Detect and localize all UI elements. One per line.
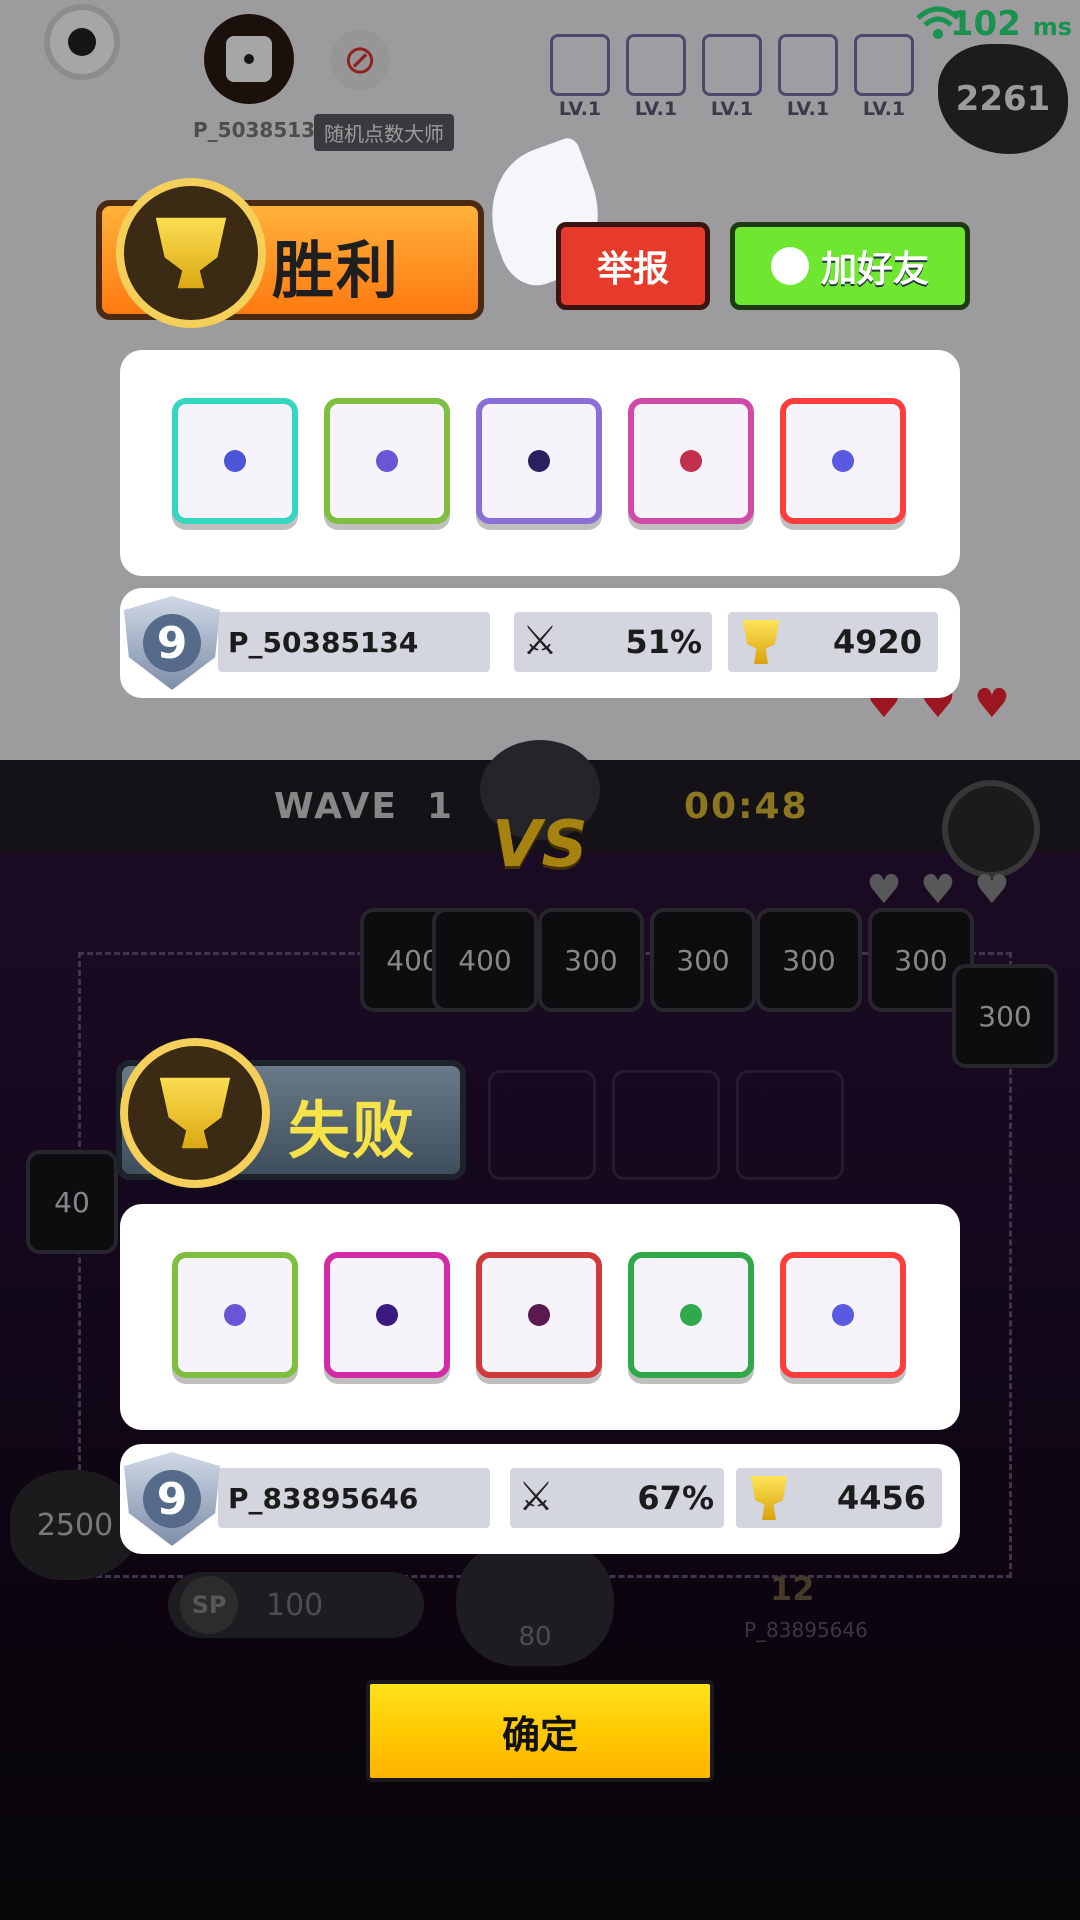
crossed-swords-icon: ⚔ — [518, 1474, 554, 1520]
infinity-dice-icon — [172, 1252, 298, 1378]
rank-shield-icon: 9 — [124, 1452, 220, 1546]
infinity-dice-icon — [324, 398, 450, 524]
winner-rank: 9 — [143, 614, 201, 672]
poison-dice-icon — [628, 1252, 754, 1378]
victory-trophy-icon — [116, 178, 266, 328]
dice-pip — [832, 1304, 854, 1326]
blizzard-dice-icon — [476, 1252, 602, 1378]
winner-dice-row — [172, 398, 906, 524]
dice-pip — [680, 450, 702, 472]
rank-shield-icon: 9 — [124, 596, 220, 690]
dice-pip — [224, 1304, 246, 1326]
loser-trophies: 4456 — [736, 1468, 942, 1528]
loser-name: P_83895646 — [218, 1468, 490, 1528]
report-button[interactable]: 举报 — [556, 222, 710, 310]
winner-winrate: ⚔ 51% — [514, 612, 712, 672]
loser-winrate-value: 67% — [637, 1479, 714, 1517]
loser-dice-row — [172, 1252, 906, 1378]
loser-trophies-value: 4456 — [836, 1479, 926, 1517]
add-person-icon — [770, 247, 809, 285]
victory-label: 胜利 — [272, 234, 401, 307]
winner-winrate-value: 51% — [625, 623, 702, 661]
defeat-label: 失败 — [288, 1094, 417, 1167]
winner-name: P_50385134 — [218, 612, 490, 672]
dice-pip — [680, 1304, 702, 1326]
dice-pip — [224, 450, 246, 472]
winner-trophies: 4920 — [728, 612, 938, 672]
loser-rank: 9 — [143, 1470, 201, 1528]
loser-deck-panel — [120, 1204, 960, 1430]
add-friend-label: 加好友 — [820, 249, 929, 290]
loser-winrate: ⚔ 67% — [510, 1468, 724, 1528]
dice-pip — [528, 450, 550, 472]
winner-trophies-value: 4920 — [832, 623, 922, 661]
rainbow-dice-icon — [780, 1252, 906, 1378]
winner-deck-panel — [120, 350, 960, 576]
sword-dice-icon — [628, 398, 754, 524]
crossed-swords-icon: ⚔ — [522, 618, 558, 664]
dice-pip — [832, 450, 854, 472]
move-dice-icon — [324, 1252, 450, 1378]
trophy-icon — [742, 620, 780, 664]
thunder-dice-icon — [476, 398, 602, 524]
rainbow-dice-icon — [780, 398, 906, 524]
loser-stats-panel: P_83895646 9 ⚔ 67% 4456 — [120, 1444, 960, 1554]
healing-dice-icon — [172, 398, 298, 524]
dice-pip — [376, 450, 398, 472]
confirm-button[interactable]: 确定 — [366, 1680, 714, 1782]
trophy-icon — [750, 1476, 788, 1520]
defeat-trophy-icon — [120, 1038, 270, 1188]
dice-pip — [528, 1304, 550, 1326]
add-friend-button[interactable]: 加好友 — [730, 222, 970, 310]
dice-pip — [376, 1304, 398, 1326]
winner-stats-panel: P_50385134 9 ⚔ 51% 4920 — [120, 588, 960, 698]
